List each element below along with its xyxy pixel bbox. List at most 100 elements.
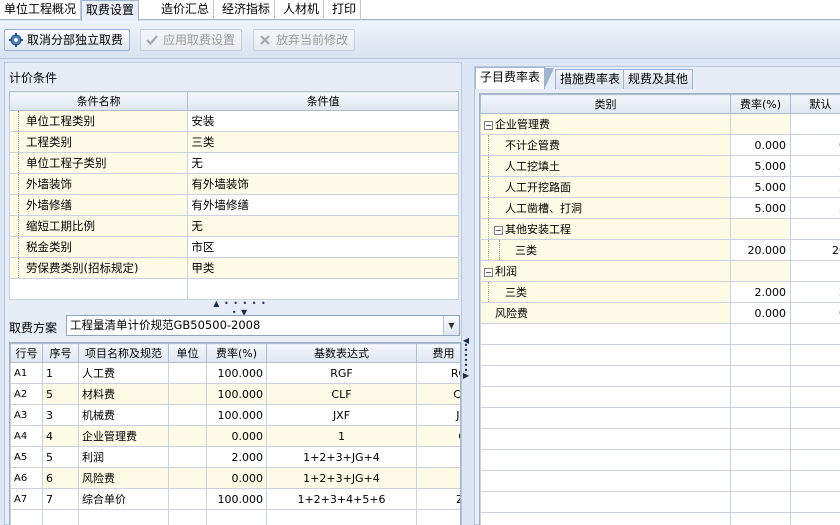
unit-cell[interactable] <box>168 362 207 384</box>
item-name-cell[interactable]: 风险费 <box>78 467 169 489</box>
vertical-splitter-handle[interactable]: ◀ • • • • • • ▶ <box>462 337 470 386</box>
rate-row[interactable]: 三类 2.000 2 <box>480 281 840 303</box>
seq-cell[interactable]: 4 <box>42 425 79 447</box>
rate-cell[interactable]: 20.000 <box>730 239 791 261</box>
unit-cell[interactable] <box>168 446 207 468</box>
rate-cell[interactable]: 2.000 <box>730 281 791 303</box>
fee-code-cell[interactable]: Q <box>416 425 460 447</box>
rate-cell[interactable]: 0.000 <box>206 467 267 489</box>
expression-cell[interactable]: CLF <box>266 383 417 405</box>
seq-cell[interactable]: 7 <box>42 488 79 510</box>
condition-value[interactable]: 有外墙修缮 <box>187 194 459 216</box>
category-cell[interactable]: 人工挖填土 <box>480 155 731 177</box>
fee-code-cell[interactable]: I <box>416 446 460 468</box>
rate-cell[interactable]: 100.000 <box>206 383 267 405</box>
chevron-down-icon[interactable]: ▼ <box>443 316 459 335</box>
item-name-cell[interactable]: 材料费 <box>78 383 169 405</box>
expression-cell[interactable]: 1+2+3+JG+4 <box>266 446 417 468</box>
category-cell[interactable]: 风险费 <box>480 302 731 324</box>
rate-cell[interactable]: 5.000 <box>730 176 791 198</box>
fee-scheme-select[interactable]: 工程量清单计价规范GB50500-2008 ▼ <box>66 315 460 336</box>
rate-cell[interactable]: 5.000 <box>730 155 791 177</box>
category-cell[interactable]: − 企业管理费 <box>480 113 731 135</box>
rate-row[interactable]: 人工开挖路面 5.000 5 <box>480 176 840 198</box>
expression-cell[interactable]: JXF <box>266 404 417 426</box>
unit-cell[interactable] <box>168 404 207 426</box>
fee-code-cell[interactable]: CL <box>416 383 460 405</box>
seq-cell[interactable]: 6 <box>42 467 79 489</box>
rate-cell[interactable] <box>730 218 791 240</box>
rate-row[interactable]: 三类 20.000 20 <box>480 239 840 261</box>
rate-row[interactable]: − 利润 <box>480 260 840 282</box>
tab-print[interactable]: 打印 <box>328 0 362 20</box>
fee-code-cell[interactable]: RG <box>416 362 460 384</box>
category-cell[interactable]: 人工凿槽、打洞 <box>480 197 731 219</box>
tab-fee-settings[interactable]: 取费设置 <box>81 0 140 21</box>
tab-regulatory-fees[interactable]: 规费及其他 <box>623 69 694 89</box>
fee-row[interactable]: A7 7 综合单价 100.000 1+2+3+4+5+6 ZI <box>10 488 460 510</box>
category-cell[interactable]: 不计企管费 <box>480 134 731 156</box>
fee-row[interactable]: A6 6 风险费 0.000 1+2+3+JG+4 F <box>10 467 460 489</box>
rate-cell[interactable] <box>730 260 791 282</box>
condition-value[interactable]: 无 <box>187 215 459 237</box>
fee-code-cell[interactable]: ZI <box>416 488 460 510</box>
rate-cell[interactable]: 0.000 <box>206 425 267 447</box>
item-name-cell[interactable]: 人工费 <box>78 362 169 384</box>
condition-row[interactable]: 外墙装饰 有外墙装饰 <box>8 173 459 195</box>
fee-row[interactable]: A2 5 材料费 100.000 CLF CL <box>10 383 460 405</box>
cancel-independent-fee-button[interactable]: 取消分部独立取费 <box>4 29 131 51</box>
tab-measures-rate-table[interactable]: 措施费率表 <box>555 69 626 89</box>
expression-cell[interactable]: 1+2+3+JG+4 <box>266 467 417 489</box>
condition-value[interactable]: 市区 <box>187 236 459 258</box>
apply-fee-settings-button[interactable]: 应用取费设置 <box>140 29 243 51</box>
seq-cell[interactable]: 1 <box>42 362 79 384</box>
tab-cost-summary[interactable]: 造价汇总 <box>157 0 215 20</box>
condition-value[interactable]: 安装 <box>187 110 459 132</box>
condition-row[interactable]: 劳保费类别(招标规定) 甲类 <box>8 257 459 279</box>
seq-cell[interactable]: 5 <box>42 446 79 468</box>
seq-cell[interactable]: 5 <box>42 383 79 405</box>
category-cell[interactable]: 三类 <box>480 239 731 261</box>
discard-changes-button[interactable]: 放弃当前修改 <box>253 29 356 51</box>
collapse-toggle-icon[interactable]: − <box>484 267 493 277</box>
category-cell[interactable]: 三类 <box>480 281 731 303</box>
condition-value[interactable]: 无 <box>187 152 459 174</box>
unit-cell[interactable] <box>168 488 207 510</box>
unit-cell[interactable] <box>168 467 207 489</box>
rate-row[interactable]: 人工挖填土 5.000 5 <box>480 155 840 177</box>
rate-cell[interactable]: 5.000 <box>730 197 791 219</box>
condition-row[interactable]: 单位工程类别 安装 <box>8 110 459 132</box>
rate-cell[interactable]: 100.000 <box>206 404 267 426</box>
rate-row[interactable]: − 企业管理费 <box>480 113 840 135</box>
condition-row[interactable]: 缩短工期比例 无 <box>8 215 459 237</box>
tab-item-rate-table[interactable]: 子目费率表 <box>475 67 555 90</box>
rate-row[interactable]: 风险费 0.000 0 <box>480 302 840 324</box>
expression-cell[interactable]: 1 <box>266 425 417 447</box>
item-name-cell[interactable]: 机械费 <box>78 404 169 426</box>
unit-cell[interactable] <box>168 383 207 405</box>
fee-code-cell[interactable]: JX <box>416 404 460 426</box>
item-name-cell[interactable]: 利润 <box>78 446 169 468</box>
category-cell[interactable]: − 利润 <box>480 260 731 282</box>
condition-value[interactable]: 有外墙装饰 <box>187 173 459 195</box>
expression-cell[interactable]: 1+2+3+4+5+6 <box>266 488 417 510</box>
tab-economic-indicators[interactable]: 经济指标 <box>218 0 276 20</box>
rate-cell[interactable]: 0.000 <box>730 134 791 156</box>
collapse-toggle-icon[interactable]: − <box>494 225 503 235</box>
condition-value[interactable]: 三类 <box>187 131 459 153</box>
rate-row[interactable]: − 其他安装工程 <box>480 218 840 240</box>
condition-row[interactable]: 工程类别 三类 <box>8 131 459 153</box>
rate-cell[interactable]: 100.000 <box>206 488 267 510</box>
collapse-toggle-icon[interactable]: − <box>484 120 493 130</box>
fee-code-cell[interactable]: F <box>416 467 460 489</box>
rate-row[interactable]: 人工凿槽、打洞 5.000 5 <box>480 197 840 219</box>
category-cell[interactable]: 人工开挖路面 <box>480 176 731 198</box>
horizontal-splitter-handle[interactable]: ▲ • • • • • • ▼ <box>210 299 270 317</box>
fee-row[interactable]: A4 4 企业管理费 0.000 1 Q <box>10 425 460 447</box>
expression-cell[interactable]: RGF <box>266 362 417 384</box>
fee-row[interactable]: A1 1 人工费 100.000 RGF RG <box>10 362 460 384</box>
rate-row[interactable]: 不计企管费 0.000 0 <box>480 134 840 156</box>
fee-row[interactable]: A3 3 机械费 100.000 JXF JX <box>10 404 460 426</box>
condition-row[interactable]: 外墙修缮 有外墙修缮 <box>8 194 459 216</box>
rate-cell[interactable]: 2.000 <box>206 446 267 468</box>
